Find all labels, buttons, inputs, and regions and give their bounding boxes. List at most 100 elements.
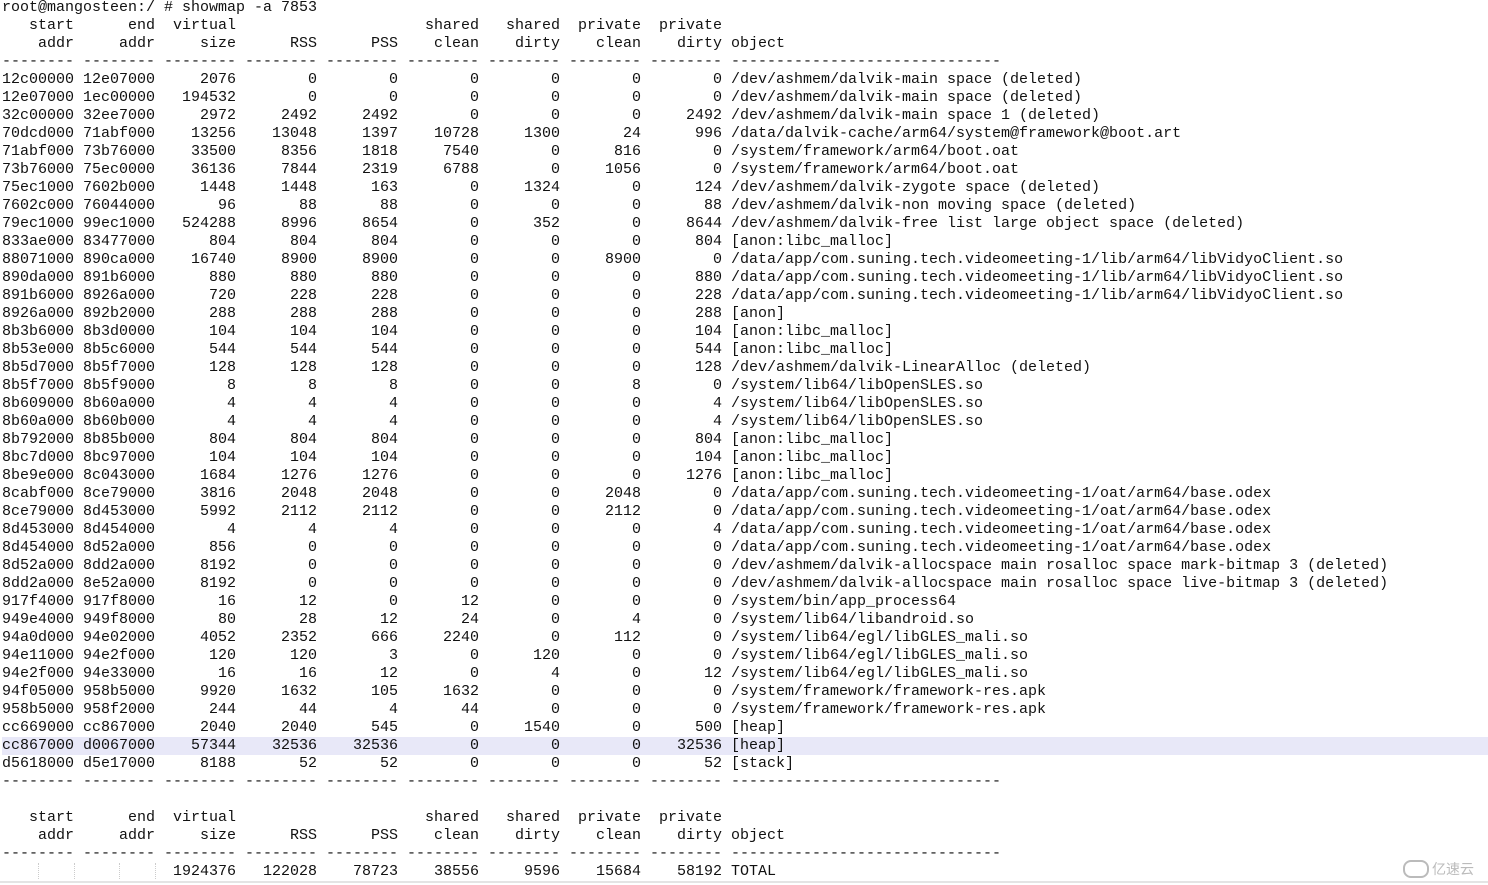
cell: 79ec1000 xyxy=(2,215,75,232)
cell: 4 xyxy=(226,413,236,430)
cell: 13256 xyxy=(190,125,236,142)
cell: 8b609000 xyxy=(2,395,75,412)
object-cell: /data/app/com.suning.tech.videomeeting-1… xyxy=(731,269,1344,286)
cell: 8d454000 xyxy=(2,539,75,556)
cell: 8996 xyxy=(280,215,317,232)
column-header-row: addr addr size RSS PSS clean dirty clean dirty ob… xyxy=(2,827,1488,845)
cell: 545 xyxy=(370,719,398,736)
cell: addr xyxy=(37,827,74,844)
object-cell: /data/app/com.suning.tech.videomeeting-1… xyxy=(731,287,1344,304)
cell: 0 xyxy=(388,71,398,88)
table-row: 8b609000 8b60a000 4 4 4 0 0 0 4/system/lib64/lib… xyxy=(2,395,1488,413)
cell: 2040 xyxy=(199,719,236,736)
object-cell: [anon] xyxy=(731,305,786,322)
dash-cell: -------- xyxy=(164,845,237,862)
cell: 94e2f000 xyxy=(83,647,156,664)
cell: 0 xyxy=(631,287,641,304)
cell: 2112 xyxy=(604,503,641,520)
cell: 4 xyxy=(550,665,560,682)
object-cell: /data/app/com.suning.tech.videomeeting-1… xyxy=(731,539,1272,556)
cell: 75ec0000 xyxy=(83,161,156,178)
cell: 163 xyxy=(370,179,398,196)
dash-cell: -------- xyxy=(569,845,642,862)
table-row: 890da000 891b6000 880 880 880 0 0 0 880/data/app… xyxy=(2,269,1488,287)
cell: PSS xyxy=(370,827,398,844)
cell: 0 xyxy=(631,323,641,340)
cell: 666 xyxy=(370,629,398,646)
table-row: 8ce79000 8d453000 5992 2112 2112 0 0 2112 0/data… xyxy=(2,503,1488,521)
cell: 12e07000 xyxy=(83,71,156,88)
cell: 8b5f7000 xyxy=(83,359,156,376)
cell: 8b3d0000 xyxy=(83,323,156,340)
cell: 8b5d7000 xyxy=(2,359,75,376)
cell: 80 xyxy=(217,611,236,628)
cell: 0 xyxy=(712,89,722,106)
object-cell: [anon:libc_malloc] xyxy=(731,233,894,250)
table-row: 8bc7d000 8bc97000 104 104 104 0 0 0 104 [anon:lib… xyxy=(2,449,1488,467)
cell: 0 xyxy=(469,737,479,754)
object-cell: /system/lib64/libOpenSLES.so xyxy=(731,377,984,394)
cell: 12 xyxy=(703,665,722,682)
cell: 9596 xyxy=(523,863,560,880)
cell: 544 xyxy=(289,341,317,358)
cell: 8e52a000 xyxy=(83,575,156,592)
cell: 16 xyxy=(217,665,236,682)
cell: 105 xyxy=(370,683,398,700)
dash-cell: -------- xyxy=(245,845,318,862)
cell: 4 xyxy=(388,701,398,718)
cell: 194532 xyxy=(181,89,236,106)
cell: 0 xyxy=(550,539,560,556)
cell: cc867000 xyxy=(83,719,156,736)
cell: 71abf000 xyxy=(83,125,156,142)
object-cell: [anon:libc_malloc] xyxy=(731,431,894,448)
object-cell: /dev/ashmem/dalvik-allocspace main rosal… xyxy=(731,557,1389,574)
table-row: 71abf000 73b76000 33500 8356 1818 7540 0 816 0/s… xyxy=(2,143,1488,161)
table-row: 94e11000 94e2f000 120 120 3 0 120 0 0/system/lib… xyxy=(2,647,1488,665)
cell: clean xyxy=(595,35,641,52)
cell: 544 xyxy=(370,341,398,358)
cell: 5992 xyxy=(199,503,236,520)
cell: 8192 xyxy=(199,575,236,592)
table-row: 8b5d7000 8b5f7000 128 128 128 0 0 0 128/dev/ashm… xyxy=(2,359,1488,377)
dash-cell: -------- xyxy=(407,773,480,790)
cell: 104 xyxy=(208,323,236,340)
cell: 0 xyxy=(469,359,479,376)
cell: 94e11000 xyxy=(2,647,75,664)
table-row: 8be9e000 8c043000 1684 1276 1276 0 0 0 1276 [anon… xyxy=(2,467,1488,485)
object-cell: /system/lib64/egl/libGLES_mali.so xyxy=(731,629,1029,646)
cell: 8 xyxy=(388,377,398,394)
command-line: root@mangosteen:/ # showmap -a 7853 xyxy=(2,0,318,16)
cell: 0 xyxy=(631,431,641,448)
object-cell: TOTAL xyxy=(731,863,777,880)
cell: 0 xyxy=(550,431,560,448)
cell: 804 xyxy=(370,233,398,250)
cell: 0 xyxy=(307,71,317,88)
cell: 996 xyxy=(694,125,722,142)
cell: dirty xyxy=(514,35,560,52)
cell: 0 xyxy=(469,557,479,574)
cell: 94e02000 xyxy=(83,629,156,646)
cell: shared xyxy=(505,17,560,34)
cell: 3 xyxy=(388,647,398,664)
cell: 0 xyxy=(631,71,641,88)
cell: private xyxy=(658,809,722,826)
dash-cell: -------- xyxy=(650,773,723,790)
cell: 36136 xyxy=(190,161,236,178)
dash-cell: ------------------------------ xyxy=(731,773,1002,790)
cell: 8654 xyxy=(361,215,398,232)
cell: 94a0d000 xyxy=(2,629,75,646)
cell: 8b53e000 xyxy=(2,341,75,358)
cell: 73b76000 xyxy=(83,143,156,160)
cell: 0 xyxy=(469,269,479,286)
cell: 4 xyxy=(307,521,317,538)
dash-cell: -------- xyxy=(488,773,561,790)
object-cell: /data/app/com.suning.tech.videomeeting-1… xyxy=(731,503,1272,520)
cell: 891b6000 xyxy=(83,269,156,286)
cell: 0 xyxy=(307,539,317,556)
dash-cell: -------- xyxy=(326,845,399,862)
dash-cell: -------- xyxy=(569,773,642,790)
cell: 0 xyxy=(712,629,722,646)
object-cell: /dev/ashmem/dalvik-free list large objec… xyxy=(731,215,1245,232)
cell: 122028 xyxy=(262,863,317,880)
cell: shared xyxy=(505,809,560,826)
